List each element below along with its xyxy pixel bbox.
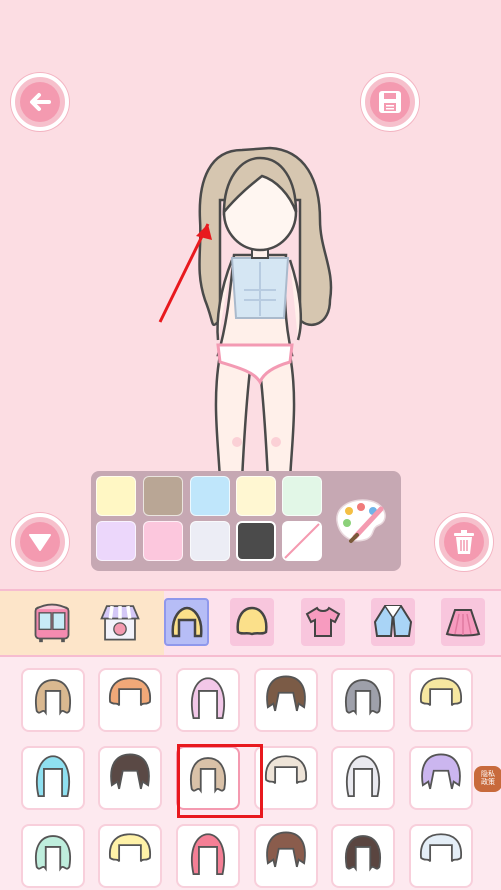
color-swatch[interactable] (96, 521, 136, 561)
hair-style-thumbnail (420, 833, 462, 862)
jacket-tab[interactable] (371, 598, 415, 646)
tshirt-icon (305, 606, 341, 637)
hair-item[interactable] (331, 668, 395, 732)
no-color-slash-icon (284, 523, 320, 559)
character-stage (0, 0, 501, 590)
color-swatch[interactable] (236, 476, 276, 516)
wardrobe-tab[interactable] (30, 598, 74, 646)
save-button[interactable] (361, 73, 419, 131)
hair-style-thumbnail (109, 677, 151, 706)
skirt-icon (445, 609, 481, 637)
back-arrow-icon (30, 93, 51, 111)
hair-item[interactable] (331, 746, 395, 810)
hair-item[interactable] (254, 824, 318, 888)
triangle-down-icon (29, 534, 51, 551)
hair-style-thumbnail (420, 677, 462, 706)
hair-style-thumbnail (191, 833, 225, 876)
selection-annotation-box (177, 744, 263, 818)
annotation-arrow (158, 223, 212, 323)
collapse-button[interactable] (11, 513, 69, 571)
back-hair-tab[interactable] (164, 598, 209, 646)
hair-item[interactable] (331, 824, 395, 888)
skirt-tab[interactable] (441, 598, 485, 646)
hair-item[interactable] (21, 824, 85, 888)
hair-style-thumbnail (34, 835, 72, 872)
hair-item[interactable] (409, 668, 473, 732)
hair-style-thumbnail (266, 831, 306, 868)
hair-style-thumbnail (266, 675, 306, 712)
shop-icon (100, 605, 140, 641)
floppy-save-icon (379, 91, 401, 113)
hair-item[interactable] (409, 824, 473, 888)
hair-item[interactable] (409, 746, 473, 810)
front-hair-icon (236, 606, 268, 636)
hair-style-thumbnail (421, 753, 461, 790)
color-swatch[interactable] (96, 476, 136, 516)
color-swatch[interactable] (282, 476, 322, 516)
hair-style-thumbnail (344, 835, 382, 872)
hair-style-thumbnail (109, 833, 151, 862)
jacket-icon (373, 605, 413, 637)
color-swatch[interactable] (190, 521, 230, 561)
hair-item[interactable] (176, 824, 240, 888)
delete-button[interactable] (435, 513, 493, 571)
wardrobe-icon (34, 603, 70, 643)
trash-icon (454, 530, 474, 554)
privacy-policy-badge[interactable]: 隐私 政策 (474, 766, 501, 792)
hair-item[interactable] (98, 824, 162, 888)
shirt-tab[interactable] (301, 598, 345, 646)
back-hair-icon (171, 606, 202, 638)
hair-style-thumbnail (34, 679, 72, 716)
hair-style-thumbnail (191, 677, 225, 720)
back-button[interactable] (11, 73, 69, 131)
privacy-policy-text: 隐私 政策 (481, 771, 495, 786)
category-tab-bar (0, 589, 501, 657)
color-palette (91, 471, 401, 571)
hair-item[interactable] (98, 746, 162, 810)
color-swatch[interactable] (190, 476, 230, 516)
shop-tab[interactable] (98, 598, 142, 646)
color-swatch[interactable] (143, 476, 183, 516)
hair-item[interactable] (98, 668, 162, 732)
hair-item[interactable] (254, 668, 318, 732)
hair-style-thumbnail (110, 753, 150, 790)
front-hair-tab[interactable] (230, 598, 274, 646)
hair-style-thumbnail (36, 755, 70, 798)
no-color-swatch[interactable] (282, 521, 322, 561)
hair-style-thumbnail (265, 755, 307, 784)
hair-item[interactable] (254, 746, 318, 810)
color-swatch[interactable] (236, 521, 276, 561)
hair-style-thumbnail (346, 755, 380, 798)
hair-item[interactable] (21, 668, 85, 732)
hair-style-thumbnail (344, 679, 382, 716)
paint-palette-icon[interactable] (331, 495, 389, 545)
hair-item[interactable] (21, 746, 85, 810)
color-swatch[interactable] (143, 521, 183, 561)
hair-item[interactable] (176, 668, 240, 732)
